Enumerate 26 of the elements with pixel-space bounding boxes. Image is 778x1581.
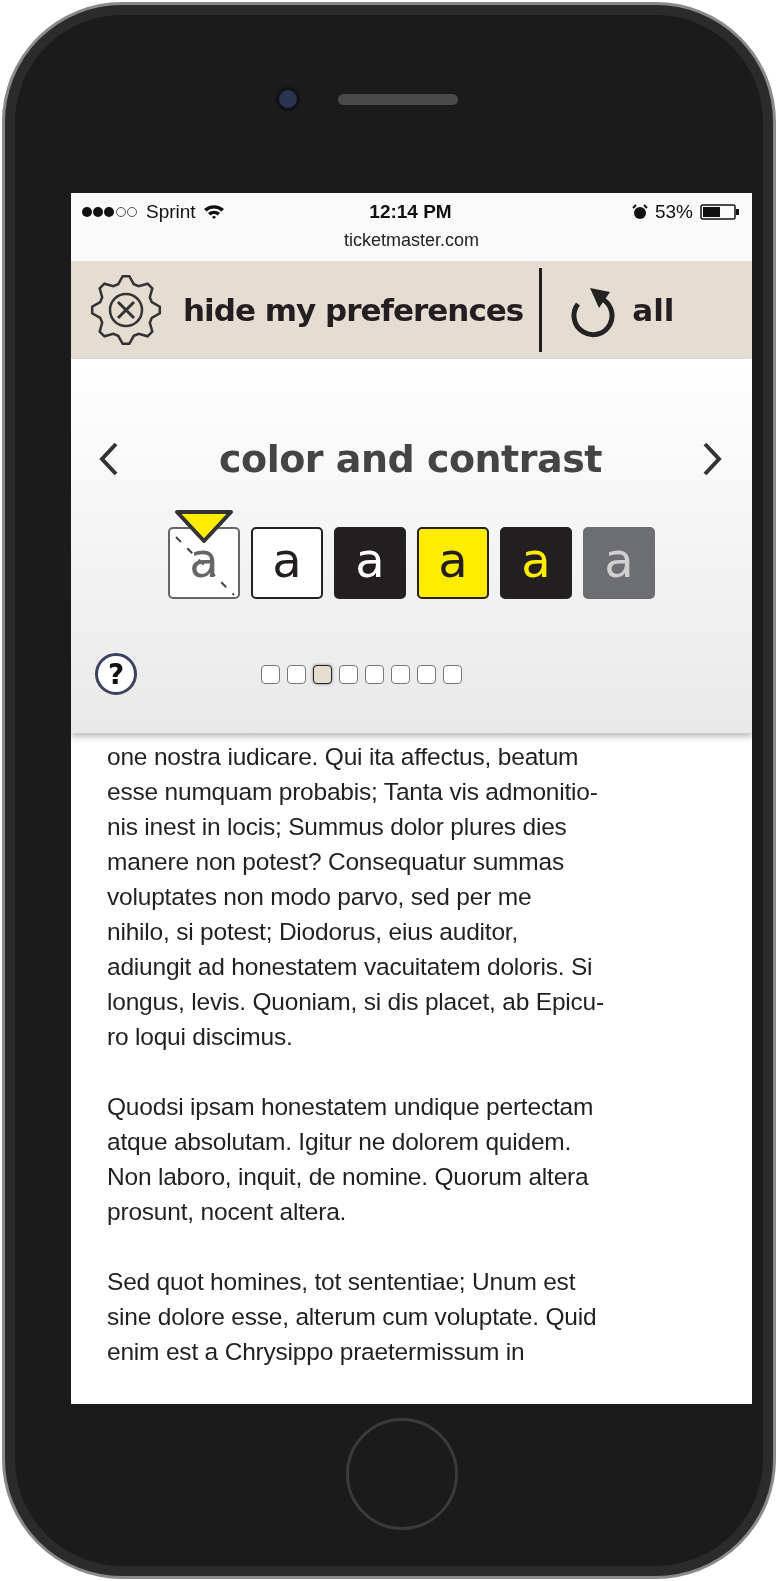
wifi-icon: [202, 203, 225, 220]
contrast-swatch[interactable]: a: [500, 527, 572, 600]
selection-marker-icon: [174, 509, 234, 546]
chevron-left-icon[interactable]: [99, 442, 119, 477]
reset-all-button[interactable]: all: [562, 278, 679, 343]
page-indicator[interactable]: [313, 664, 332, 684]
help-button[interactable]: ?: [95, 653, 137, 696]
contrast-swatch[interactable]: a: [168, 527, 240, 600]
body-paragraph: one nostra iudicare. Qui ita affectus, beatum esse numquam probabis; Tanta vis admonitio- nis inest in locis; Summus dolor plures dies manere non potest? Consequatur summas voluptates non modo parvo, sed per me nihilo, si potest; Diodorus, eius auditor, adiungit ad honestatem vacuitatem doloris. Si longus, levis. Quoniam, si dis placet, ab Epicu- ro loqui discimus.: [107, 742, 605, 1052]
carrier-name: Sprint: [146, 200, 196, 223]
alarm-icon: [631, 203, 648, 220]
clock-time: 12:14 PM: [369, 200, 452, 223]
address-url[interactable]: ticketmaster.com: [343, 230, 479, 252]
battery-percent: 53%: [654, 200, 693, 223]
body-paragraph: Sed quot homines, tot sententiae; Unum est sine dolore esse, alterum cum voluptate. Quid enim est a Chrysippo praetermissum in: [107, 1267, 598, 1367]
contrast-swatch[interactable]: a: [417, 527, 489, 600]
battery-icon: [700, 203, 740, 220]
body-paragraph: Quodsi ipsam honestatem undique pertectam atque absolutam. Igitur ne dolorem quidem. Non laboro, inquit, de nomine. Quorum altera prosunt, nocent altera.: [107, 1092, 595, 1227]
panel-title: color and contrast: [219, 437, 602, 482]
contrast-swatch[interactable]: a: [251, 527, 323, 600]
signal-icon: [81, 205, 139, 218]
camera-lens: [276, 87, 300, 111]
gear-close-icon: [89, 273, 163, 348]
contrast-swatch[interactable]: a: [334, 527, 406, 600]
chevron-right-icon[interactable]: [702, 442, 722, 477]
hide-preferences-button[interactable]: hide my preferences: [85, 269, 528, 352]
